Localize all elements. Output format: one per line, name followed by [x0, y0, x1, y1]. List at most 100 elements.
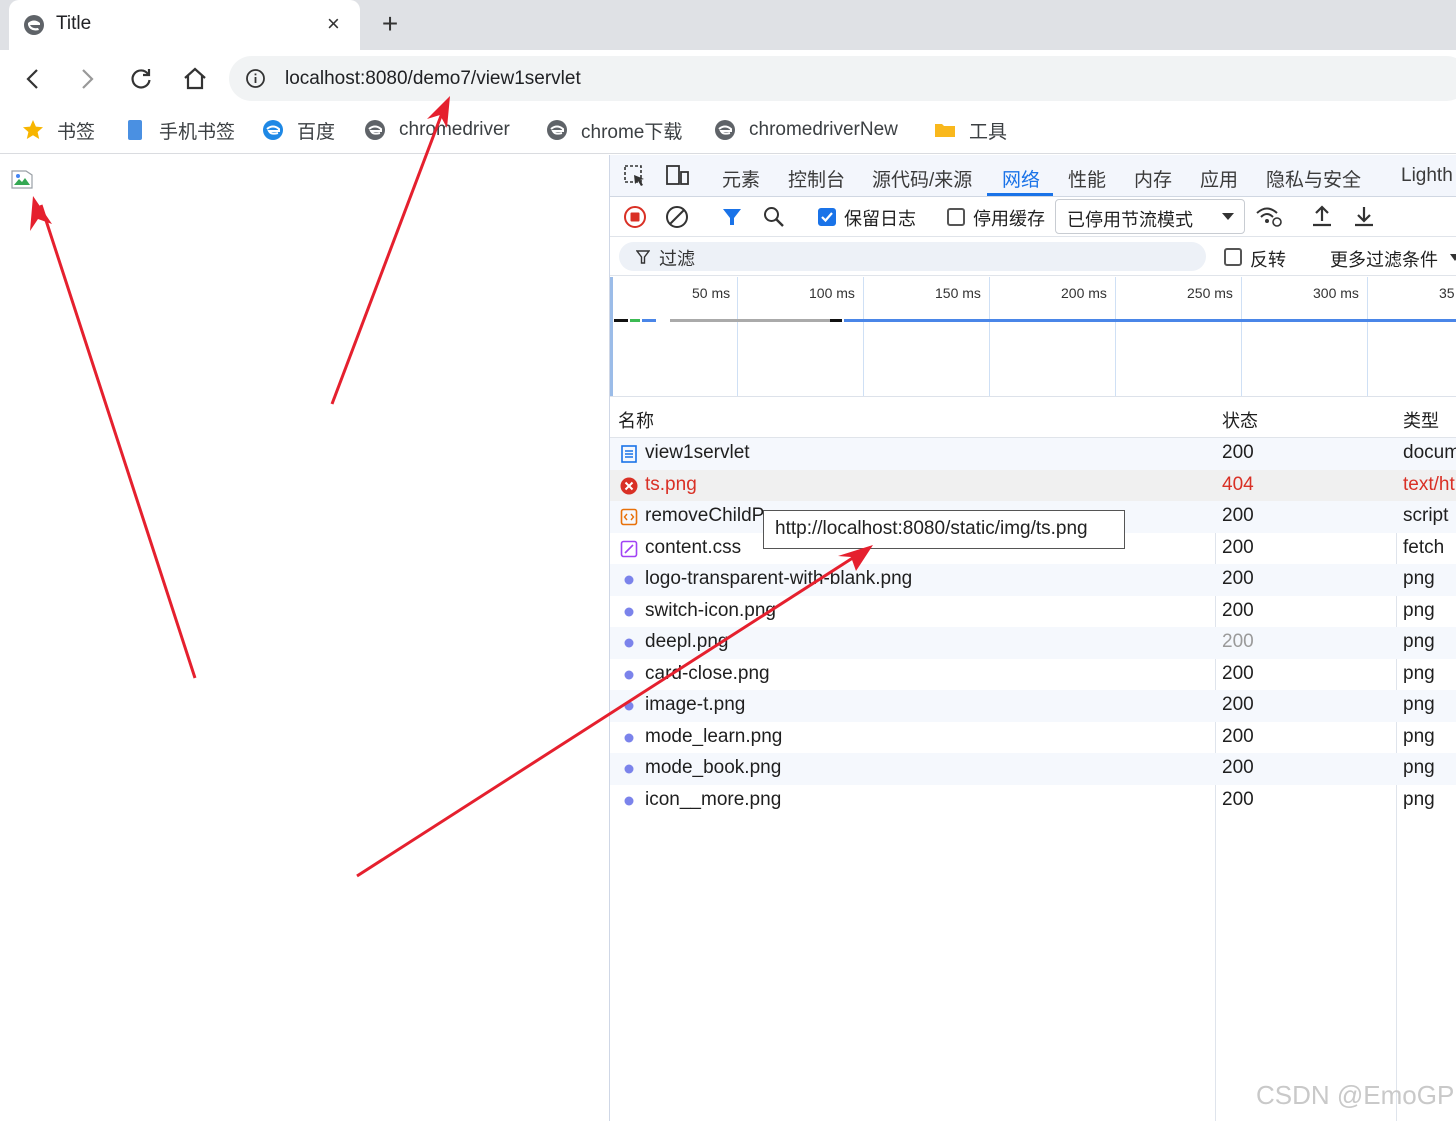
table-row[interactable]: icon__more.png 200 png: [610, 785, 1456, 817]
cell-status: 200: [1222, 599, 1254, 621]
bookmark-label: 手机书签: [159, 121, 236, 143]
timeline-tick: 200 ms: [1061, 285, 1107, 301]
record-stop-icon[interactable]: [623, 205, 647, 229]
tab-sources[interactable]: 源代码/来源: [872, 165, 972, 192]
more-filters-chevron-icon: [1450, 254, 1456, 261]
tab-close-icon[interactable]: ×: [327, 11, 340, 37]
bookmark-item[interactable]: 百度: [262, 117, 335, 143]
tab-lighthouse[interactable]: Lighth: [1401, 165, 1453, 187]
tab-network[interactable]: 网络: [1002, 165, 1040, 192]
timeline-gridline: [863, 277, 864, 396]
more-filters-button[interactable]: 更多过滤条件: [1330, 246, 1438, 272]
timeline-tick: 300 ms: [1313, 285, 1359, 301]
disable-cache-checkbox[interactable]: [947, 208, 965, 226]
table-row[interactable]: mode_learn.png 200 png: [610, 722, 1456, 754]
timeline-tick: 150 ms: [935, 285, 981, 301]
table-row[interactable]: ts.png 404 text/ht: [610, 469, 1456, 501]
table-row[interactable]: view1servlet 200 docum: [610, 438, 1456, 470]
download-icon[interactable]: [1352, 204, 1376, 228]
baidu-icon: [263, 120, 283, 140]
home-icon[interactable]: [180, 64, 210, 94]
throttle-select[interactable]: 已停用节流模式: [1055, 199, 1245, 234]
timeline-gridline: [989, 277, 990, 396]
tab-memory[interactable]: 内存: [1134, 165, 1172, 192]
table-row[interactable]: card-close.png 200 png: [610, 659, 1456, 691]
upload-icon[interactable]: [1310, 204, 1334, 228]
bookmark-item[interactable]: 手机书签: [124, 117, 235, 143]
error-icon: [620, 477, 638, 495]
forward-icon[interactable]: [72, 64, 102, 94]
table-row[interactable]: switch-icon.png 200 png: [610, 596, 1456, 628]
tab-title: Title: [56, 13, 92, 34]
device-toolbar-icon[interactable]: [664, 165, 690, 187]
browser-icon: [715, 120, 735, 140]
cell-type: text/ht: [1403, 473, 1455, 495]
browser-icon: [365, 120, 385, 140]
address-bar[interactable]: localhost:8080/demo7/view1servlet: [229, 56, 1456, 101]
filter-icon[interactable]: [721, 206, 743, 228]
timeline-gridline: [1115, 277, 1116, 396]
network-conditions-icon[interactable]: [1255, 205, 1283, 229]
table-row[interactable]: logo-transparent-with-blank.png 200 png: [610, 564, 1456, 596]
reload-icon[interactable]: [126, 64, 156, 94]
browser-tab[interactable]: Title ×: [9, 0, 360, 50]
timeline-bar: [642, 319, 656, 322]
table-row[interactable]: deepl.png 200 png: [610, 627, 1456, 659]
cell-type: docum: [1403, 442, 1456, 463]
bookmark-item[interactable]: 书签: [22, 117, 95, 143]
image-icon: [620, 760, 638, 778]
table-row[interactable]: mode_book.png 200 png: [610, 753, 1456, 785]
site-info-icon[interactable]: [245, 68, 266, 89]
image-icon: [620, 571, 638, 589]
broken-image-icon: [11, 170, 33, 189]
image-icon: [620, 792, 638, 810]
new-tab-button[interactable]: +: [376, 8, 404, 40]
table-header: 名称 状态 类型: [610, 398, 1456, 438]
search-icon[interactable]: [762, 205, 786, 229]
clear-icon[interactable]: [665, 205, 689, 229]
tab-application[interactable]: 应用: [1200, 165, 1238, 192]
folder-icon: [935, 124, 955, 137]
cell-name: deepl.png: [645, 631, 729, 652]
timeline-gridline: [737, 277, 738, 396]
cell-status: 200: [1222, 757, 1254, 778]
bookmark-item[interactable]: 工具: [934, 117, 1007, 143]
bookmark-label: 工具: [969, 121, 1008, 143]
bookmark-item[interactable]: chromedriver: [364, 117, 510, 143]
bookmark-item[interactable]: chromedriverNew: [714, 117, 898, 143]
timeline-handle[interactable]: [610, 277, 613, 396]
timeline-gridline: [1241, 277, 1242, 396]
cell-name: icon__more.png: [645, 788, 782, 810]
timeline-tick: 35: [1439, 285, 1455, 301]
tab-performance[interactable]: 性能: [1068, 165, 1106, 192]
column-header-status[interactable]: 状态: [1222, 407, 1258, 433]
timeline-tick: 100 ms: [809, 285, 855, 301]
inspect-element-icon[interactable]: [624, 165, 646, 187]
preserve-log-checkbox[interactable]: [818, 208, 836, 226]
tab-elements[interactable]: 元素: [722, 165, 760, 192]
image-icon: [620, 697, 638, 715]
bookmark-item[interactable]: chrome下载: [546, 117, 682, 143]
table-row[interactable]: image-t.png 200 png: [610, 690, 1456, 722]
column-header-name[interactable]: 名称: [618, 407, 654, 433]
timeline-tick: 250 ms: [1187, 285, 1233, 301]
invert-checkbox[interactable]: [1224, 248, 1242, 266]
image-icon: [620, 634, 638, 652]
star-icon: [23, 120, 43, 139]
filter-input[interactable]: 过滤: [619, 242, 1206, 271]
back-icon[interactable]: [18, 64, 48, 94]
timeline-bar: [614, 319, 628, 322]
url-tooltip: http://localhost:8080/static/img/ts.png: [763, 510, 1125, 549]
cell-name: switch-icon.png: [645, 599, 776, 621]
tab-privacy-security[interactable]: 隐私与安全: [1266, 165, 1361, 192]
cell-type: png: [1403, 568, 1435, 589]
column-header-type[interactable]: 类型: [1403, 407, 1439, 433]
cell-type: png: [1403, 631, 1435, 652]
watermark: CSDN @EmoGP: [1256, 1080, 1455, 1110]
tab-strip: Title × +: [0, 0, 1456, 50]
url-text[interactable]: localhost:8080/demo7/view1servlet: [285, 68, 581, 90]
cell-type: script: [1403, 505, 1449, 526]
cell-name: logo-transparent-with-blank.png: [645, 568, 913, 589]
timeline-bar: [630, 319, 640, 322]
tab-console[interactable]: 控制台: [788, 165, 845, 192]
